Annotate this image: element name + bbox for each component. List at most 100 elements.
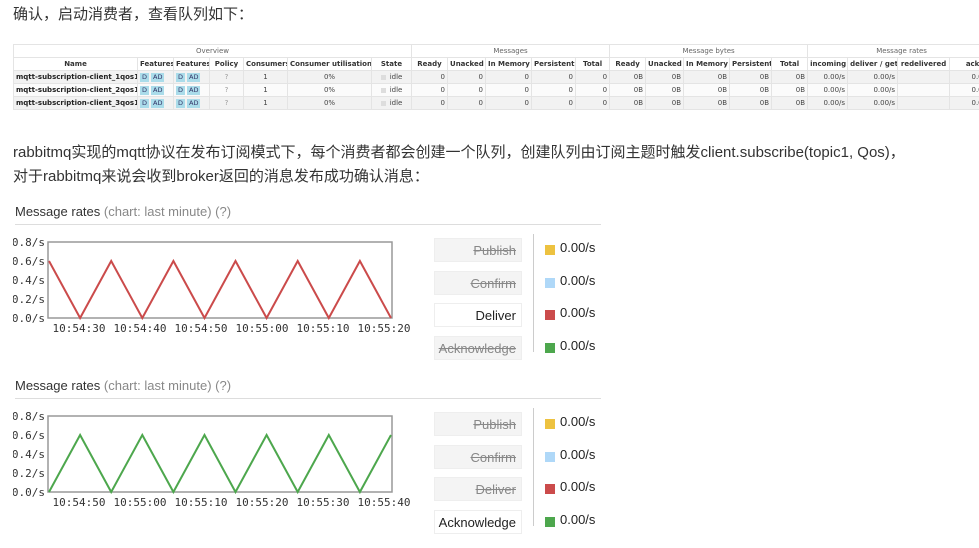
messages-cell: 0 [485,96,533,110]
consumers-cell: 1 [243,96,288,110]
x-tick-label: 10:55:30 [297,496,350,509]
features-cell: D AD [137,96,174,110]
group-header: Messages [411,44,611,58]
feature-tag[interactable]: AD [187,73,201,82]
feature-tag[interactable]: AD [187,86,201,95]
table-row[interactable]: mqtt-subscription-client_1qos1 D AD D AD? 1 0%… [13,70,979,84]
chart-title-hint[interactable]: (chart: last minute) (?) [104,204,231,219]
chart-plot: 0.8/s 0.6/s 0.4/s 0.2/s 0.0/s 10:54:50 10:55:0… [13,410,410,509]
bytes-cell: 0B [729,83,773,97]
queue-name-link[interactable]: mqtt-subscription-client_3qos1 [13,96,138,110]
features-cell: D AD [137,83,174,97]
y-tick-label: 0.4/s [13,448,45,461]
table-row[interactable]: mqtt-subscription-client_2qos1 D AD D AD? 1 0%… [13,83,979,97]
state-indicator [380,74,386,80]
queue-name-link[interactable]: mqtt-subscription-client_2qos1 [13,83,138,97]
column-header[interactable]: Consumers [243,57,288,71]
feature-tag[interactable]: D [176,86,186,95]
legend-toggle-button[interactable]: Publish [434,238,522,262]
state-text: idle [389,86,403,94]
feature-tag[interactable]: AD [187,99,201,108]
rate-deliver-get-cell: 0.00/s [847,70,899,84]
state-cell: idle [370,96,413,110]
legend-toggle-button[interactable]: Confirm [434,270,522,295]
feature-tag[interactable]: D [140,99,150,108]
legend-toggle-button[interactable]: Deliver [434,303,522,327]
column-header[interactable]: Unacked [645,57,685,71]
column-header[interactable]: Consumer utilisation [287,57,372,71]
plot-area [47,241,393,319]
column-header[interactable]: incoming [807,57,849,71]
column-header[interactable]: ack [949,57,979,71]
legend-color-swatch [545,310,555,320]
feature-tag[interactable]: AD [151,86,165,95]
column-header[interactable]: Total [771,57,809,71]
legend-rate-value: 0.00/s [560,337,596,353]
feature-tag[interactable]: D [176,73,186,82]
y-tick-label: 0.4/s [13,274,45,287]
bytes-cell: 0B [609,96,647,110]
column-header[interactable]: State [370,57,413,71]
intro-text: 确认，启动消费者，查看队列如下： [13,6,254,23]
rate-redelivered-cell [897,83,951,97]
feature-tag[interactable]: D [140,73,150,82]
feature-tag[interactable]: AD [151,99,165,108]
x-tick-label: 10:55:10 [175,496,228,509]
column-header[interactable]: Policy [209,57,244,71]
bytes-cell: 0B [771,70,809,84]
chart-title: Message rates (chart: last minute) (?) [15,378,601,399]
queue-name-link[interactable]: mqtt-subscription-client_1qos1 [13,70,138,84]
group-header: Message bytes [609,44,809,58]
rate-incoming-cell: 0.00/s [807,96,849,110]
chart-title-hint[interactable]: (chart: last minute) (?) [104,378,231,393]
legend-label: Deliver [475,308,516,323]
legend-rate-value: 0.00/s [560,446,596,462]
legend-color-swatch [545,277,555,288]
column-header[interactable]: In Memory [683,57,731,71]
column-header[interactable]: Features [137,57,174,71]
column-header[interactable]: Total [575,57,611,71]
x-tick-label: 10:55:20 [358,322,411,335]
rate-ack-cell: 0.00/s [949,83,979,97]
bytes-cell: 0B [609,83,647,97]
table-row[interactable]: mqtt-subscription-client_3qos1 D AD D AD? 1 0%… [13,96,979,110]
legend-label: Confirm [470,275,516,291]
messages-cell: 0 [447,70,487,84]
feature-tag[interactable]: AD [151,73,165,82]
legend-label: Publish [473,417,516,432]
legend-toggle-button[interactable]: Acknowledge [434,335,522,360]
y-tick-label: 0.2/s [13,467,45,480]
feature-tag[interactable]: D [176,99,186,108]
column-header[interactable]: In Memory [485,57,533,71]
legend-toggle-button[interactable]: Deliver [434,477,522,501]
legend-color-swatch [545,245,555,255]
rate-deliver-get-cell: 0.00/s [847,83,899,97]
column-header[interactable]: Name [13,57,138,71]
legend-toggle-button[interactable]: Publish [434,412,522,436]
bytes-cell: 0B [609,70,647,84]
rate-incoming-cell: 0.00/s [807,83,849,97]
column-header[interactable]: deliver / get [847,57,899,71]
x-tick-label: 10:54:40 [114,322,167,335]
utilisation-cell: 0% [287,96,372,110]
column-header[interactable]: Features [173,57,210,71]
message-rates-chart-deliver: Message rates (chart: last minute) (?) 0… [13,204,613,374]
legend-toggle-button[interactable]: Acknowledge [434,509,522,534]
column-header[interactable]: Persistent [729,57,773,71]
column-header[interactable]: Persistent [531,57,577,71]
column-header[interactable]: redelivered [897,57,951,71]
state-cell: idle [370,83,413,97]
x-tick-label: 10:55:20 [236,496,289,509]
legend-row: Publish 0.00/s [434,238,614,264]
column-header[interactable]: Ready [609,57,647,71]
column-header[interactable]: Ready [411,57,449,71]
feature-tag[interactable]: D [140,86,150,95]
policy-cell: ? [209,70,244,84]
rate-redelivered-cell [897,96,951,110]
state-text: idle [389,99,403,107]
messages-cell: 0 [447,96,487,110]
legend-toggle-button[interactable]: Confirm [434,444,522,469]
x-tick-label: 10:55:00 [236,322,289,335]
column-header[interactable]: Unacked [447,57,487,71]
policy-cell: ? [209,96,244,110]
